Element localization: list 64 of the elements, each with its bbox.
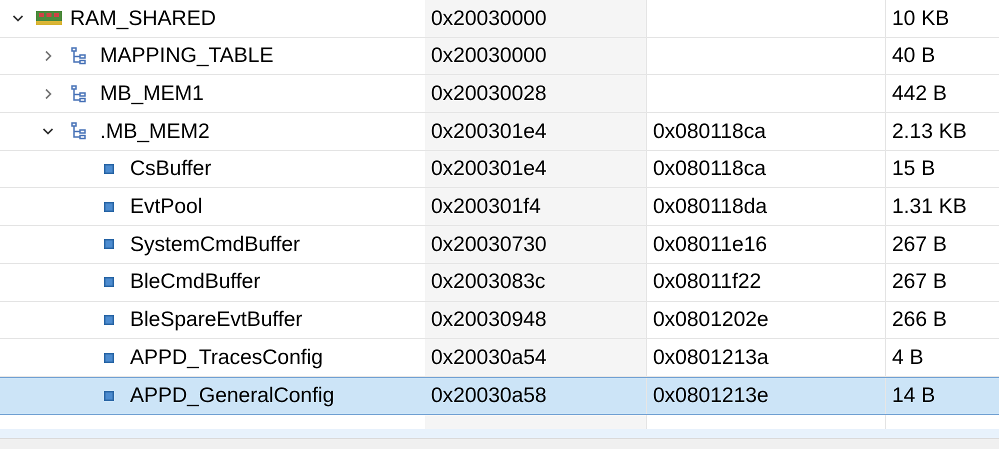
square-icon [104,277,114,288]
square-icon [104,390,114,401]
size-cell-text: 15 B [892,156,936,182]
name-cell-text: RAM_SHARED [70,6,216,32]
address-cell-text: 0x20030028 [431,80,547,107]
name-cell-text: SystemCmdBuffer [130,232,300,258]
load-address-cell-text: 0x080118ca [653,118,766,145]
address-cell-text: 0x2003083c [431,269,546,296]
square-icon [104,202,114,212]
name-cell-text: MB_MEM1 [100,80,204,107]
square-icon [104,352,114,363]
size-cell-text: 267 B [892,269,947,296]
name-cell-text: EvtPool [130,194,202,220]
scrollbar-track[interactable] [0,438,999,449]
tree-row[interactable]: CsBuffer 0x200301e4 0x080118ca 15 B [0,150,999,188]
size-cell-text: 2.13 KB [892,118,967,145]
square-icon [104,239,114,250]
address-cell-text: 0x20030000 [431,43,547,70]
address-cell-text: 0x20030a58 [431,382,547,409]
load-address-cell-text: 0x08011e16 [653,232,768,258]
tree-row[interactable]: RAM_SHARED 0x20030000 10 KB [0,0,999,38]
square-icon [104,314,114,325]
tree-row[interactable]: MB_MEM1 0x20030028 442 B [0,75,999,114]
hierarchy-icon [71,84,87,103]
tree-row[interactable]: EvtPool 0x200301f4 0x080118da 1.31 KB [0,188,999,226]
size-cell-text: 10 KB [892,6,950,32]
load-address-cell-text: 0x0801213a [653,344,769,371]
tree-row[interactable]: SystemCmdBuffer 0x20030730 0x08011e16 267 B [0,226,999,264]
memory-chip-icon [36,11,62,26]
address-cell-text: 0x20030948 [431,307,547,334]
size-cell-text: 14 B [892,382,936,409]
address-cell-text: 0x20030000 [431,6,547,32]
tree-row[interactable]: APPD_GeneralConfig 0x20030a58 0x0801213e 14 B [0,376,999,415]
address-cell-text: 0x20030a54 [431,344,547,371]
name-cell-text: .MB_MEM2 [100,118,210,145]
size-cell-text: 1.31 KB [892,194,967,220]
tree-row[interactable]: .MB_MEM2 0x200301e4 0x080118ca 2.13 KB [0,113,999,151]
name-cell-text: APPD_TracesConfig [130,344,323,371]
name-cell-text: MAPPING_TABLE [100,43,274,70]
load-address-cell-text: 0x08011f22 [653,269,762,296]
hierarchy-icon [71,47,87,66]
tree-row[interactable]: MAPPING_TABLE 0x20030000 40 B [0,38,999,76]
address-cell-text: 0x200301f4 [431,194,541,220]
name-cell-text: BleCmdBuffer [130,269,260,296]
load-address-cell-text: 0x0801213e [653,382,769,409]
size-cell-text: 267 B [892,232,947,258]
size-cell-text: 266 B [892,307,947,334]
name-cell-text: CsBuffer [130,156,212,182]
square-icon [104,164,114,174]
size-cell-text: 40 B [892,43,936,70]
tree-row[interactable]: BleCmdBuffer 0x2003083c 0x08011f22 267 B [0,264,999,302]
address-cell-text: 0x200301e4 [431,156,547,182]
load-address-cell-text: 0x080118da [653,194,768,220]
tree-row[interactable]: BleSpareEvtBuffer 0x20030948 0x0801202e 266 B [0,302,999,340]
load-address-cell-text: 0x0801202e [653,307,769,334]
address-cell-text: 0x200301e4 [431,118,547,145]
hierarchy-icon [71,122,87,140]
address-cell-text: 0x20030730 [431,232,547,258]
size-cell-text: 442 B [892,80,947,107]
size-cell-text: 4 B [892,344,924,371]
name-cell-text: BleSpareEvtBuffer [130,307,302,334]
load-address-cell-text: 0x080118ca [653,156,766,182]
tree-row[interactable]: APPD_TracesConfig 0x20030a54 0x0801213a 4 B [0,339,999,377]
name-cell-text: APPD_GeneralConfig [130,382,334,409]
